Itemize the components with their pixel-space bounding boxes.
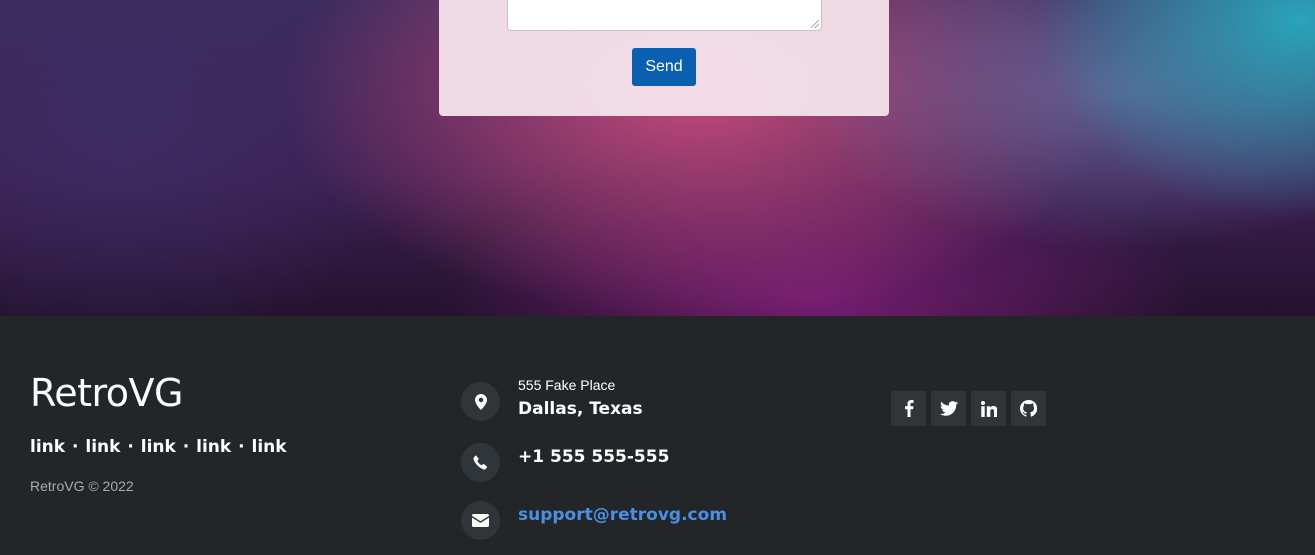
facebook-icon[interactable] xyxy=(891,391,926,426)
send-button[interactable]: Send xyxy=(632,48,696,86)
footer: RetroVG link · link · link · link · link… xyxy=(0,316,1315,555)
map-marker-icon xyxy=(461,382,500,421)
address-street: 555 Fake Place xyxy=(518,377,616,393)
contact-form-card: Send xyxy=(439,0,889,116)
link-separator: · xyxy=(127,437,134,457)
twitter-icon[interactable] xyxy=(931,391,966,426)
footer-link-5[interactable]: link xyxy=(252,437,287,457)
link-separator: · xyxy=(182,437,190,457)
github-icon[interactable] xyxy=(1011,391,1046,426)
resize-handle-icon[interactable] xyxy=(811,20,819,28)
hero-background: Send xyxy=(0,0,1315,316)
envelope-icon xyxy=(461,501,500,540)
address-city: Dallas, Texas xyxy=(518,399,643,419)
footer-link-4[interactable]: link xyxy=(196,437,231,457)
footer-link-3[interactable]: link xyxy=(141,437,176,457)
footer-brand: RetroVG xyxy=(30,371,183,415)
footer-links: link · link · link · link · link xyxy=(30,437,287,457)
phone-number: +1 555 555-555 xyxy=(518,447,670,467)
footer-link-2[interactable]: link xyxy=(85,437,120,457)
footer-link-1[interactable]: link xyxy=(30,437,65,457)
copyright-text: RetroVG © 2022 xyxy=(30,478,134,494)
message-textarea[interactable] xyxy=(507,0,822,31)
email-link[interactable]: support@retrovg.com xyxy=(518,505,727,525)
linkedin-icon[interactable] xyxy=(971,391,1006,426)
link-separator: · xyxy=(238,437,245,457)
link-separator: · xyxy=(71,437,79,457)
phone-icon xyxy=(461,443,500,482)
